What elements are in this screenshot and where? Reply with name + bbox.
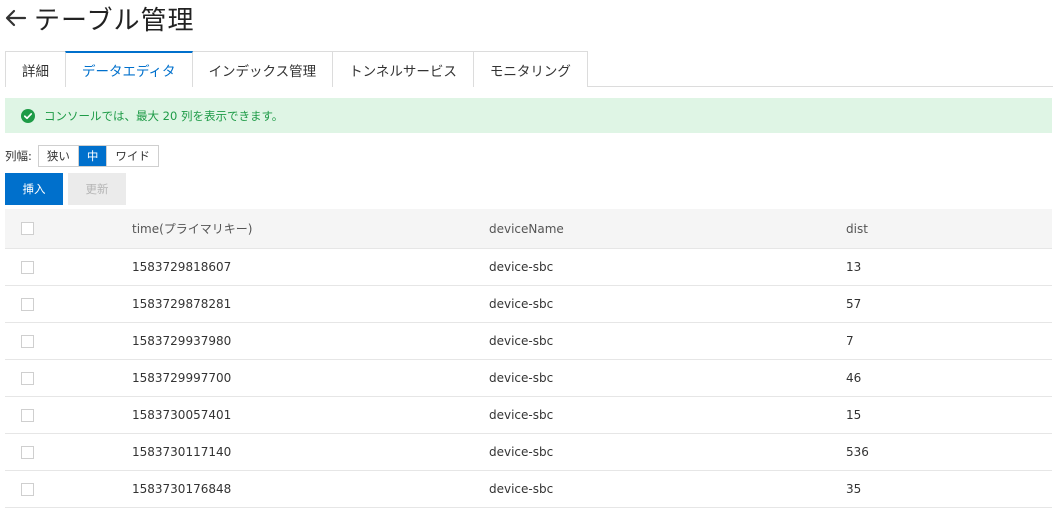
column-width-label: 列幅: [5,149,32,163]
info-alert: コンソールでは、最大 20 列を表示できます。 [5,98,1052,133]
cell-dist: 15 [846,408,862,422]
tab-bar: 詳細 データエディタ インデックス管理 トンネルサービス モニタリング [5,51,1053,88]
cell-time: 1583730176848 [132,482,232,496]
cell-time: 1583729937980 [132,334,232,348]
column-width-control: 列幅: 狭い 中 ワイド [5,144,159,168]
row-checkbox[interactable] [21,371,34,385]
width-narrow-button[interactable]: 狭い [38,146,79,166]
column-header-time[interactable]: time(プライマリキー) [132,220,252,237]
insert-button[interactable]: 挿入 [5,173,63,205]
column-header-dist[interactable]: dist [846,222,868,236]
cell-devicename: device-sbc [489,371,554,385]
cell-devicename: device-sbc [489,334,554,348]
table-row[interactable]: 1583729818607 device-sbc 13 [5,249,1052,286]
row-checkbox[interactable] [21,408,34,422]
row-checkbox[interactable] [21,334,34,348]
cell-devicename: device-sbc [489,408,554,422]
cell-devicename: device-sbc [489,260,554,274]
tab-data-editor[interactable]: データエディタ [65,51,193,88]
table-row[interactable]: 1583729878281 device-sbc 57 [5,286,1052,323]
cell-dist: 13 [846,260,862,274]
cell-time: 1583729818607 [132,260,232,274]
cell-time: 1583730057401 [132,408,232,422]
width-wide-button[interactable]: ワイド [107,146,158,166]
table-row[interactable]: 1583730176848 device-sbc 35 [5,471,1052,508]
cell-devicename: device-sbc [489,297,554,311]
cell-time: 1583729997700 [132,371,232,385]
row-checkbox[interactable] [21,445,34,459]
table-row[interactable]: 1583730057401 device-sbc 15 [5,397,1052,434]
row-checkbox[interactable] [21,260,34,274]
page-title: テーブル管理 [34,5,195,36]
tab-details[interactable]: 詳細 [5,51,66,87]
table-header-row: time(プライマリキー) deviceName dist [5,209,1052,249]
row-checkbox[interactable] [21,482,34,496]
table-row[interactable]: 1583729937980 device-sbc 7 [5,323,1052,360]
tab-monitoring[interactable]: モニタリング [472,51,588,87]
check-circle-icon [21,108,35,123]
cell-dist: 46 [846,371,862,385]
back-arrow-icon[interactable] [4,5,30,31]
alert-text: コンソールでは、最大 20 列を表示できます。 [44,108,284,123]
select-all-checkbox[interactable] [21,222,34,235]
column-header-devicename[interactable]: deviceName [489,222,564,236]
table-row[interactable]: 1583729997700 device-sbc 46 [5,360,1052,397]
cell-devicename: device-sbc [489,445,554,459]
cell-dist: 7 [846,334,854,348]
row-checkbox[interactable] [21,297,34,311]
cell-dist: 57 [846,297,862,311]
cell-dist: 536 [846,445,869,459]
cell-devicename: device-sbc [489,482,554,496]
tab-tunnel-service[interactable]: トンネルサービス [332,51,474,87]
column-width-segmented: 狭い 中 ワイド [37,145,159,167]
tab-index-management[interactable]: インデックス管理 [191,51,334,87]
table-row[interactable]: 1583730117140 device-sbc 536 [5,434,1052,471]
update-button[interactable]: 更新 [68,173,126,205]
title-row: テーブル管理 [4,0,194,36]
cell-time: 1583729878281 [132,297,232,311]
data-table: time(プライマリキー) deviceName dist 1583729818… [5,209,1052,508]
width-medium-button[interactable]: 中 [78,146,108,166]
cell-dist: 35 [846,482,862,496]
cell-time: 1583730117140 [132,445,232,459]
